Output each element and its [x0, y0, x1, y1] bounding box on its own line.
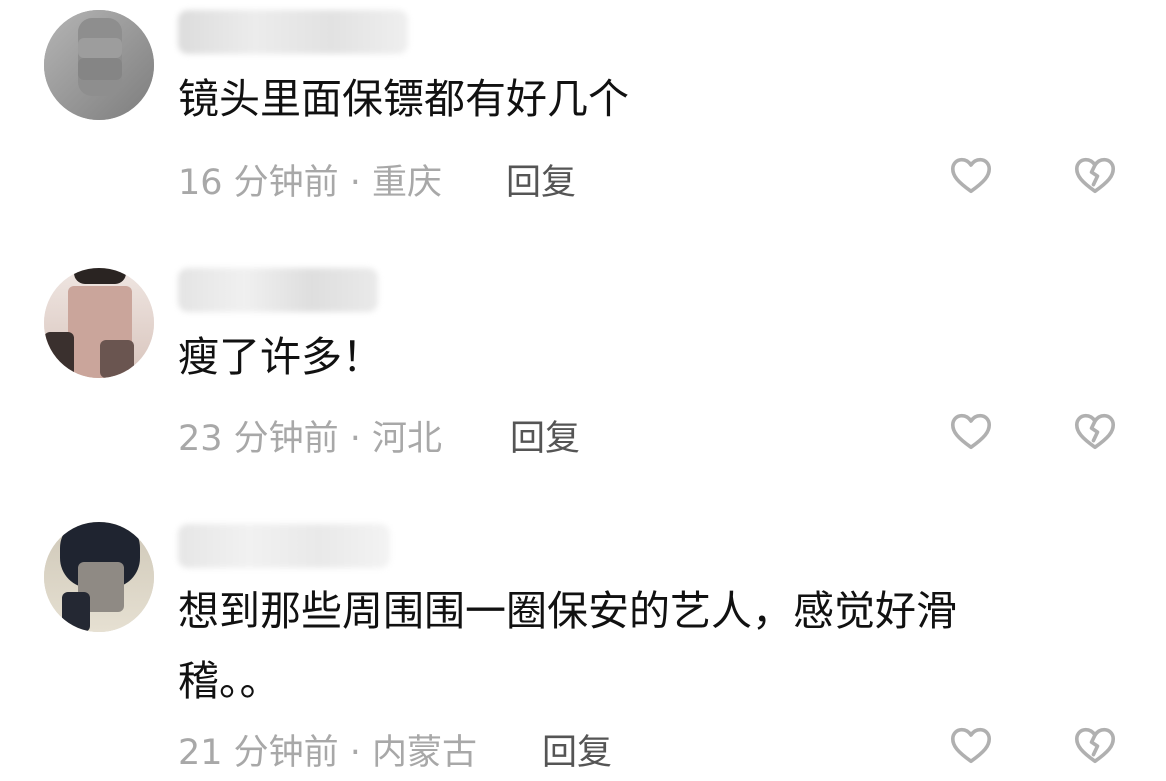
comment-time-location: 21 分钟前 · 内蒙古 — [178, 733, 478, 773]
reply-button[interactable]: 回复 — [510, 410, 580, 461]
comment-time-location: 16 分钟前 · 重庆 — [178, 163, 443, 203]
avatar[interactable] — [44, 522, 154, 632]
broken-heart-icon[interactable] — [1072, 722, 1118, 768]
broken-heart-icon[interactable] — [1072, 152, 1118, 198]
reply-button[interactable]: 回复 — [542, 724, 612, 775]
username-blurred[interactable] — [178, 268, 378, 312]
username-blurred[interactable] — [178, 524, 390, 568]
comment-text: 镜头里面保镖都有好几个 — [178, 75, 629, 123]
heart-outline-icon[interactable] — [948, 722, 994, 768]
avatar[interactable] — [44, 268, 154, 378]
comment-time-location: 23 分钟前 · 河北 — [178, 419, 443, 459]
username-blurred[interactable] — [178, 10, 408, 54]
broken-heart-icon[interactable] — [1072, 408, 1118, 454]
avatar[interactable] — [44, 10, 154, 120]
comment-text: 瘦了许多！ — [178, 333, 383, 381]
comment-text: 想到那些周围围一圈保安的艺人，感觉好滑稽。。 — [178, 587, 957, 705]
reply-button[interactable]: 回复 — [506, 154, 576, 205]
heart-outline-icon[interactable] — [948, 408, 994, 454]
heart-outline-icon[interactable] — [948, 152, 994, 198]
